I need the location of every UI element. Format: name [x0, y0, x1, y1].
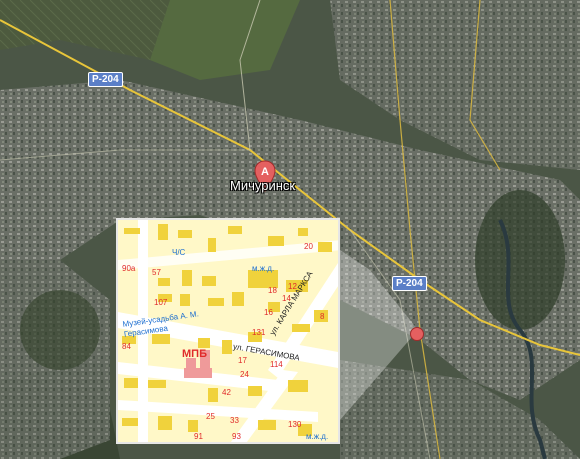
house-number: 107: [154, 298, 168, 307]
house-number: 57: [152, 268, 161, 277]
railway-label: м.ж.д.: [306, 432, 329, 441]
house-number: 114: [270, 360, 283, 369]
satellite-map[interactable]: Р-204 Р-204 A Мичуринск 90а 57 107 84 20…: [0, 0, 580, 459]
house-number: 130: [288, 420, 302, 429]
railway-label: м.ж.д.: [252, 264, 275, 273]
house-number: 18: [268, 286, 277, 295]
house-number: 90а: [122, 264, 136, 273]
house-number: 16: [264, 308, 273, 317]
road-shield-r204: Р-204: [392, 276, 427, 291]
house-number: 84: [122, 342, 131, 351]
house-number: 20: [304, 242, 313, 251]
house-number: 8: [320, 312, 325, 321]
house-number: 93: [232, 432, 241, 441]
forest: [475, 190, 565, 330]
house-number: 17: [238, 356, 247, 365]
marker-letter: A: [261, 166, 269, 178]
forest: [20, 290, 100, 370]
house-number: 42: [222, 388, 231, 397]
house-number: 131: [252, 328, 266, 337]
city-label: Мичуринск: [230, 178, 296, 193]
house-number: 25: [206, 412, 215, 421]
school-label: Ч/С: [172, 248, 186, 257]
house-number: 33: [230, 416, 239, 425]
location-dot[interactable]: [410, 327, 424, 341]
house-number: 24: [240, 370, 249, 379]
road-shield-r204: Р-204: [88, 72, 123, 87]
house-number: 91: [194, 432, 203, 441]
hospital-label: МПБ: [182, 348, 207, 360]
street-map-inset: 90а 57 107 84 20 18 16 14 12 131 17 24 1…: [116, 218, 340, 444]
